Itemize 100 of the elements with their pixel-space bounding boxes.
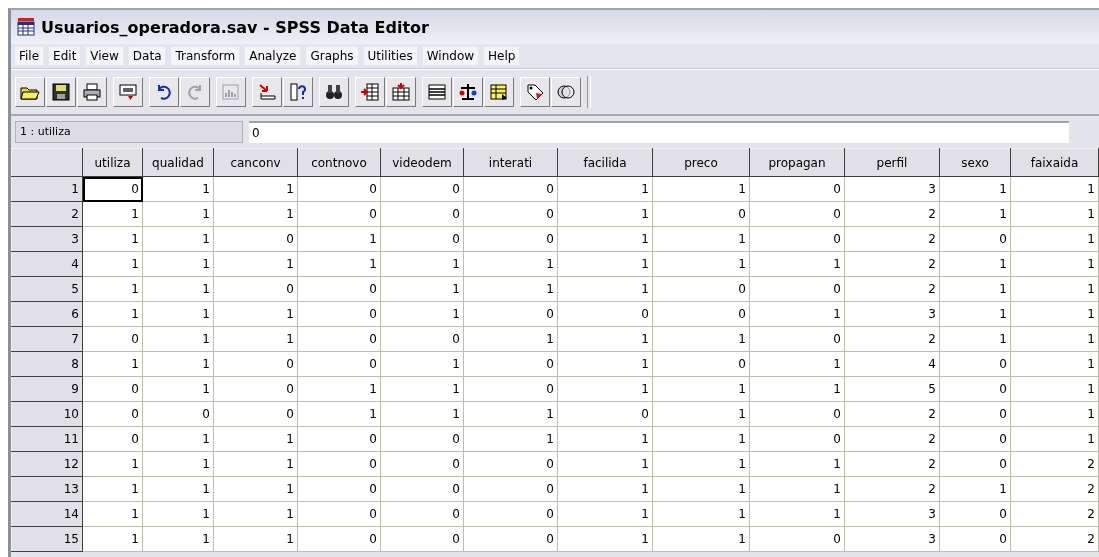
table-cell[interactable]: 2 [844, 201, 940, 227]
menu-item[interactable]: Transform [171, 47, 240, 65]
column-header[interactable]: interati [463, 148, 558, 177]
table-cell[interactable]: 0 [463, 451, 558, 477]
table-cell[interactable]: 1 [463, 401, 558, 427]
toolbar-button[interactable] [484, 77, 514, 107]
table-cell[interactable]: 1 [213, 326, 298, 352]
table-cell[interactable]: 0 [463, 301, 558, 327]
table-cell[interactable]: 0 [749, 176, 845, 202]
table-cell[interactable]: 0 [380, 176, 464, 202]
table-cell[interactable]: 1 [749, 301, 845, 327]
toolbar-button[interactable] [149, 77, 179, 107]
row-header[interactable]: 13 [11, 476, 83, 502]
table-cell[interactable]: 1 [557, 351, 653, 377]
toolbar-button[interactable] [283, 77, 313, 107]
row-header[interactable]: 9 [11, 376, 83, 402]
table-cell[interactable]: 0 [297, 301, 381, 327]
table-cell[interactable]: 1 [213, 251, 298, 277]
table-cell[interactable]: 0 [463, 351, 558, 377]
table-cell[interactable]: 2 [844, 401, 940, 427]
table-cell[interactable]: 2 [844, 276, 940, 302]
column-header[interactable]: preco [652, 148, 750, 177]
table-cell[interactable]: 0 [380, 451, 464, 477]
menu-item[interactable]: Analyze [245, 47, 301, 65]
table-cell[interactable]: 1 [213, 526, 298, 552]
menu-item[interactable]: Data [128, 47, 166, 65]
table-cell[interactable]: 0 [380, 501, 464, 527]
table-cell[interactable]: 0 [213, 226, 298, 252]
table-cell[interactable]: 0 [297, 276, 381, 302]
table-cell[interactable]: 0 [297, 501, 381, 527]
column-header[interactable]: perfil [844, 148, 940, 177]
table-cell[interactable]: 1 [1010, 276, 1099, 302]
table-cell[interactable]: 1 [1010, 351, 1099, 377]
table-cell[interactable]: 1 [380, 251, 464, 277]
table-cell[interactable]: 0 [557, 301, 653, 327]
table-cell[interactable]: 1 [1010, 176, 1099, 202]
table-cell[interactable]: 1 [297, 376, 381, 402]
table-cell[interactable]: 1 [213, 451, 298, 477]
table-cell[interactable]: 1 [749, 376, 845, 402]
column-header[interactable]: qualidad [142, 148, 214, 177]
table-cell[interactable]: 2 [844, 451, 940, 477]
table-cell[interactable]: 0 [749, 226, 845, 252]
table-cell[interactable]: 0 [463, 526, 558, 552]
table-cell[interactable]: 2 [1010, 476, 1099, 502]
table-cell[interactable]: 1 [297, 401, 381, 427]
menu-item[interactable]: Window [422, 47, 479, 65]
toolbar-button[interactable] [77, 77, 107, 107]
toolbar-button[interactable] [520, 77, 550, 107]
table-cell[interactable]: 0 [557, 401, 653, 427]
toolbar-button[interactable] [355, 77, 385, 107]
table-cell[interactable]: 1 [297, 251, 381, 277]
table-cell[interactable]: 2 [844, 476, 940, 502]
table-cell[interactable]: 1 [652, 226, 750, 252]
row-header[interactable]: 2 [11, 201, 83, 227]
cell-value-field[interactable]: 0 [249, 121, 1069, 143]
table-cell[interactable]: 1 [213, 301, 298, 327]
table-cell[interactable]: 1 [652, 476, 750, 502]
table-cell[interactable]: 1 [652, 501, 750, 527]
table-cell[interactable]: 1 [297, 226, 381, 252]
table-cell[interactable]: 0 [749, 526, 845, 552]
row-header[interactable]: 1 [11, 176, 83, 202]
row-header[interactable]: 5 [11, 276, 83, 302]
table-cell[interactable]: 0 [749, 201, 845, 227]
table-cell[interactable]: 1 [557, 451, 653, 477]
table-cell[interactable]: 0 [380, 326, 464, 352]
row-header[interactable]: 6 [11, 301, 83, 327]
table-cell[interactable]: 2 [844, 326, 940, 352]
table-cell[interactable]: 1 [557, 476, 653, 502]
column-header[interactable]: utiliza [82, 148, 143, 177]
toolbar-button[interactable] [386, 77, 416, 107]
table-cell[interactable]: 0 [749, 276, 845, 302]
table-cell[interactable]: 0 [463, 201, 558, 227]
table-cell[interactable]: 1 [380, 401, 464, 427]
table-cell[interactable]: 0 [463, 376, 558, 402]
toolbar-button[interactable] [15, 77, 45, 107]
row-header[interactable]: 14 [11, 501, 83, 527]
table-cell[interactable]: 1 [1010, 326, 1099, 352]
table-cell[interactable]: 1 [213, 426, 298, 452]
table-cell[interactable]: 1 [652, 526, 750, 552]
table-cell[interactable]: 1 [652, 401, 750, 427]
menu-item[interactable]: Utilities [363, 47, 417, 65]
table-cell[interactable]: 2 [1010, 451, 1099, 477]
table-cell[interactable]: 0 [463, 476, 558, 502]
table-cell[interactable]: 1 [463, 326, 558, 352]
menu-item[interactable]: Help [484, 47, 520, 65]
table-cell[interactable]: 1 [749, 451, 845, 477]
column-header[interactable]: propagan [749, 148, 845, 177]
toolbar-button[interactable] [422, 77, 452, 107]
table-cell[interactable]: 0 [652, 351, 750, 377]
table-cell[interactable]: 0 [297, 326, 381, 352]
menu-item[interactable]: File [15, 47, 44, 65]
table-cell[interactable]: 1 [557, 226, 653, 252]
row-header[interactable]: 12 [11, 451, 83, 477]
table-cell[interactable]: 1 [749, 501, 845, 527]
table-cell[interactable]: 0 [749, 426, 845, 452]
toolbar-button[interactable] [453, 77, 483, 107]
table-cell[interactable]: 1 [652, 451, 750, 477]
table-cell[interactable]: 3 [844, 301, 940, 327]
table-cell[interactable]: 1 [652, 376, 750, 402]
table-cell[interactable]: 1 [749, 476, 845, 502]
